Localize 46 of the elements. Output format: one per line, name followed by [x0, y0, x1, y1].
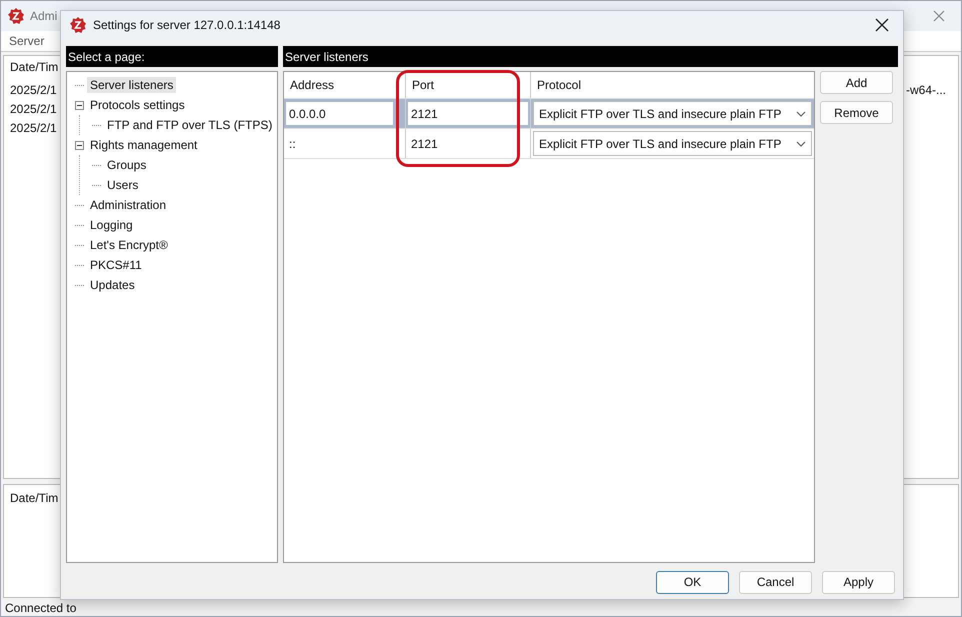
table-row[interactable]: :: 2121 Explicit FTP over TLS and insecure plain FTP [284, 129, 814, 159]
button[interactable]: Cancel [739, 570, 812, 594]
tree-item[interactable]: Logging [87, 217, 136, 233]
button[interactable]: Apply [822, 570, 895, 594]
collapse-icon[interactable] [75, 100, 84, 110]
protocol-dropdown[interactable]: Explicit FTP over TLS and insecure plain FTP [533, 131, 812, 156]
dropdown-value: Explicit FTP over TLS and insecure plain FTP [539, 106, 782, 120]
column-header: Date/Tim [10, 491, 60, 507]
input-field[interactable]: 2121 [408, 102, 528, 125]
window-title: Admi [30, 9, 58, 23]
protocol-dropdown[interactable]: Explicit FTP over TLS and insecure plain FTP [533, 101, 812, 126]
button[interactable]: OK [656, 570, 729, 594]
status-text: Connected to [4, 600, 78, 616]
log-date: 2025/2/1 [10, 121, 57, 135]
dropdown-value: Explicit FTP over TLS and insecure plain FTP [539, 136, 782, 150]
table-row[interactable]: 0.0.0.0 2121 Explicit FTP over TLS and insecure plain FTP [284, 99, 814, 129]
tree-item[interactable]: Administration [87, 197, 170, 213]
tree-item[interactable]: FTP and FTP over TLS (FTPS) [104, 117, 276, 133]
column-header: Protocol [536, 77, 582, 94]
close-icon [933, 10, 945, 22]
close-icon [875, 18, 889, 32]
tree-item[interactable]: Updates [87, 277, 138, 293]
menu-item[interactable]: Server [9, 34, 44, 48]
button[interactable]: Add [820, 71, 893, 94]
dialog-title: Settings for server 127.0.0.1:14148 [93, 18, 280, 32]
input-field[interactable]: 0.0.0.0 [286, 102, 393, 125]
button[interactable]: Remove [820, 101, 893, 124]
collapse-icon[interactable] [75, 140, 84, 150]
app-logo-icon [7, 7, 25, 25]
section-heading: Server listeners [283, 46, 898, 67]
log-text: -w64-... [906, 83, 946, 97]
tree-item[interactable]: Users [104, 177, 142, 193]
tree-item[interactable]: Server listeners [87, 77, 176, 93]
tree-item[interactable]: PKCS#11 [87, 257, 145, 273]
log-date: 2025/2/1 [10, 83, 57, 97]
tree-item[interactable]: Groups [104, 157, 150, 173]
chevron-down-icon [796, 140, 806, 146]
tree-item[interactable]: Let's Encrypt® [87, 237, 171, 253]
log-date: 2025/2/1 [10, 102, 57, 116]
tree-item[interactable]: Rights management [87, 137, 200, 153]
chevron-down-icon [796, 110, 806, 116]
tree-item[interactable]: Protocols settings [87, 97, 188, 113]
app-logo-icon [69, 16, 87, 34]
column-header: Address [284, 72, 406, 98]
column-header: Date/Tim [10, 60, 60, 76]
section-heading: Select a page: [66, 46, 278, 67]
